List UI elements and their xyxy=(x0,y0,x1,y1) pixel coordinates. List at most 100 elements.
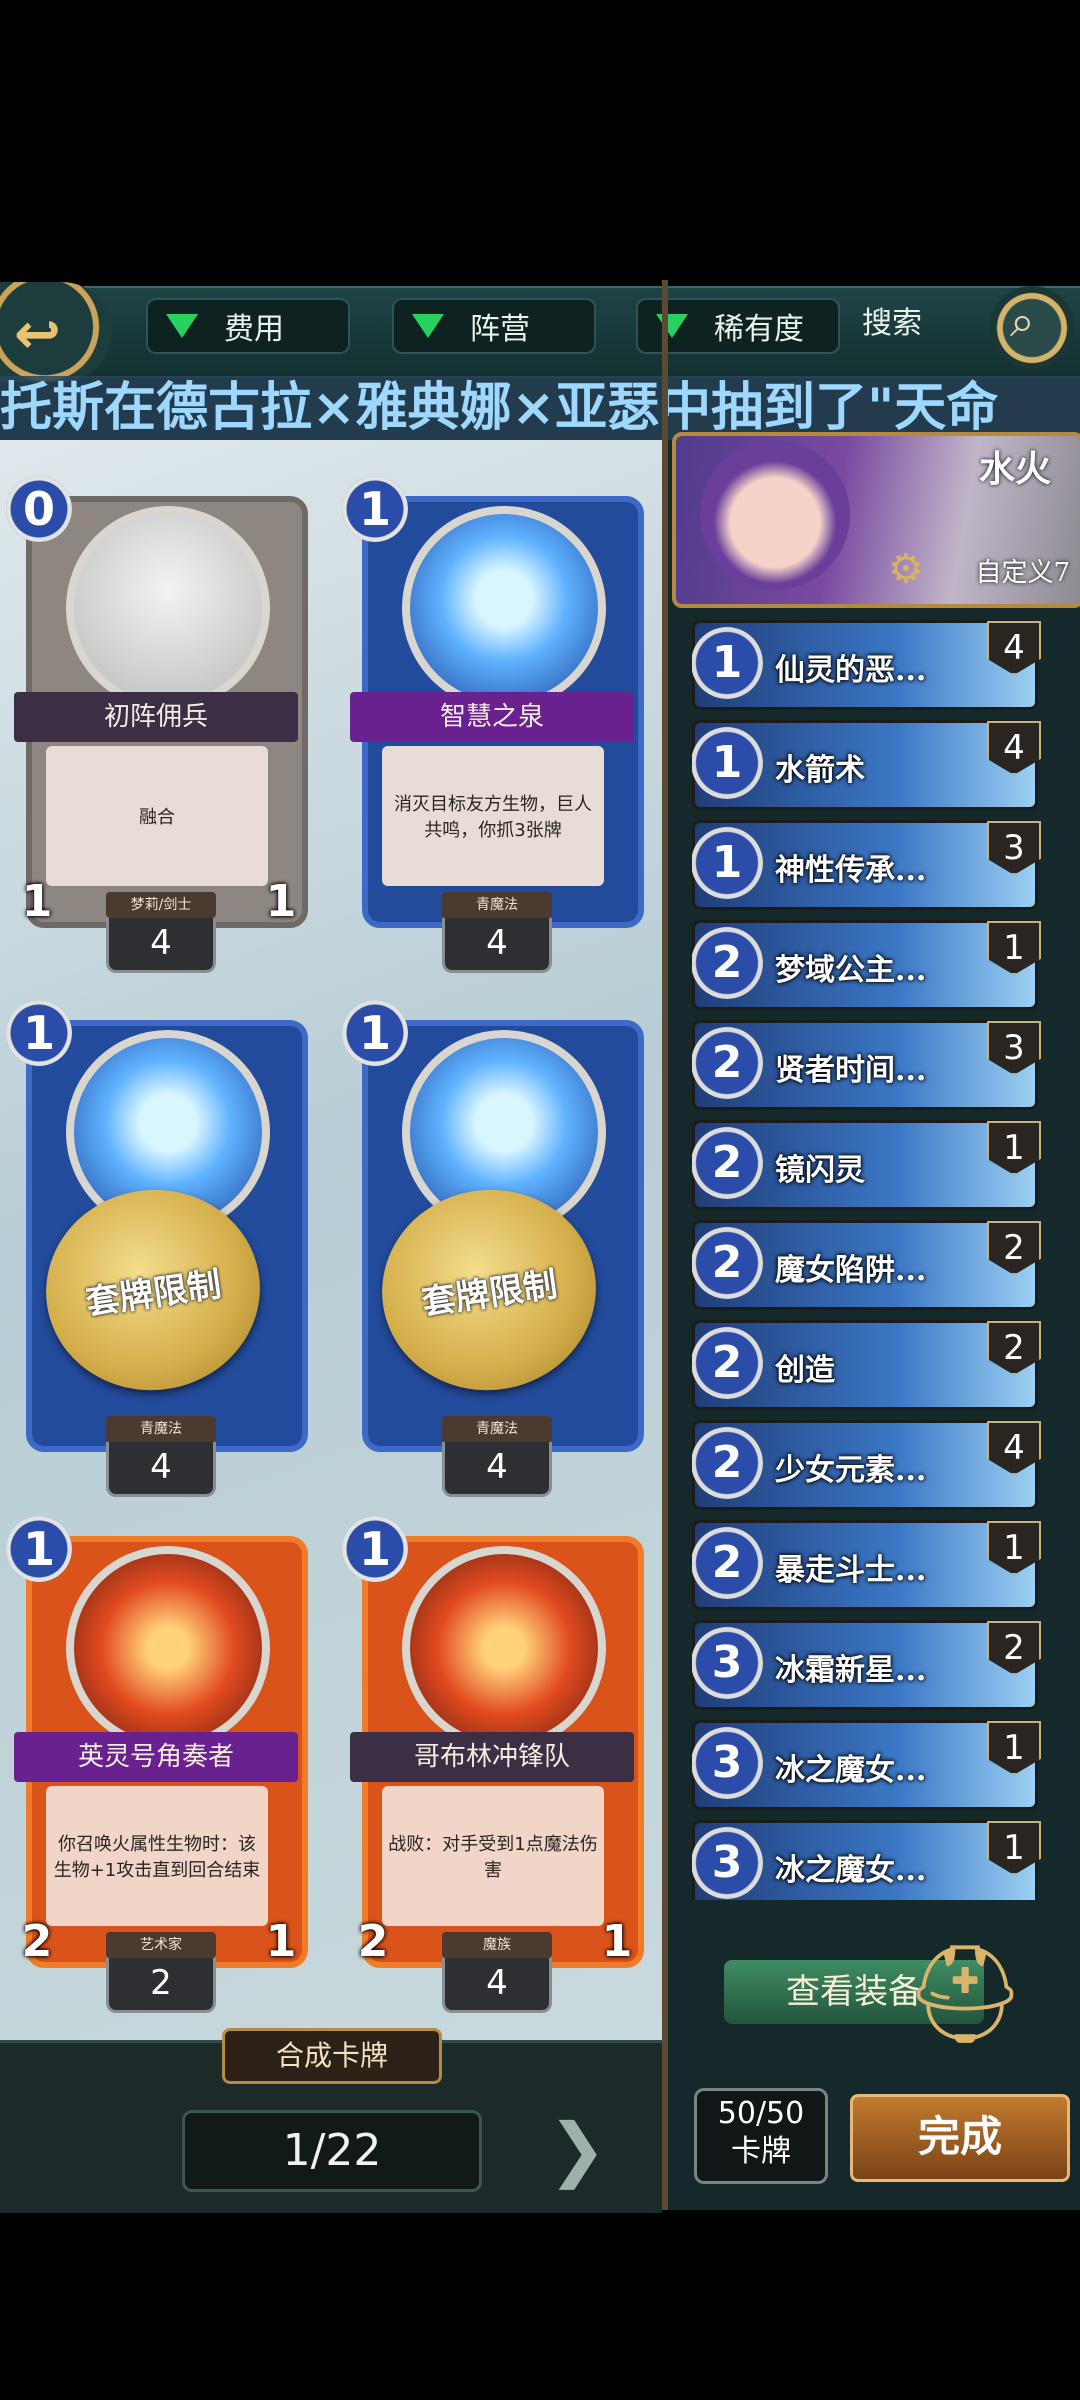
deck-item-name: 贤者时间... xyxy=(775,1053,927,1088)
deck-item-name: 创造 xyxy=(775,1353,835,1388)
back-arrow-icon: ↩ xyxy=(14,302,61,367)
magnifier-icon: ⌕ xyxy=(1010,296,1035,347)
deck-item-cost: 2 xyxy=(692,927,763,999)
deck-item-count: 4 xyxy=(987,1421,1041,1475)
deck-item-cost: 1 xyxy=(692,627,763,699)
filter-cost-label: 费用 xyxy=(224,312,284,347)
card-cost: 1 xyxy=(342,476,408,542)
gear-icon[interactable]: ⚙ xyxy=(888,546,924,592)
next-page-button[interactable]: ❯ xyxy=(526,2104,616,2194)
deck-item-cost: 2 xyxy=(692,1027,763,1099)
deck-item-name: 仙灵的恶... xyxy=(775,653,927,688)
card-art xyxy=(66,1546,270,1750)
deck-item-count: 1 xyxy=(987,1721,1041,1775)
deck-item-cost: 2 xyxy=(692,1227,763,1299)
deck-count-label: 卡牌 xyxy=(731,2134,791,2169)
deck-list-item[interactable]: 2 创造 2 xyxy=(692,1320,1041,1410)
card-attack: 1 xyxy=(21,876,53,927)
card-name: 哥布林冲锋队 xyxy=(350,1732,634,1782)
deck-list-item[interactable]: 3 冰霜新星... 2 xyxy=(692,1620,1041,1710)
craft-cards-button[interactable]: 合成卡牌 xyxy=(222,2028,442,2084)
deck-item-cost: 1 xyxy=(692,827,763,899)
deck-item-count: 3 xyxy=(987,1021,1041,1075)
deck-item-cost: 2 xyxy=(692,1127,763,1199)
card-cost: 0 xyxy=(6,476,72,542)
helmet-icon: ⛑ xyxy=(904,1938,1026,2050)
deck-list-item[interactable]: 3 冰之魔女... 1 xyxy=(692,1720,1041,1810)
deck-list-item[interactable]: 2 梦域公主... 1 xyxy=(692,920,1041,1010)
card-cost: 1 xyxy=(6,1516,72,1582)
hero-title: 水火 xyxy=(978,448,1051,490)
card-text: 战败：对手受到1点魔法伤害 xyxy=(382,1786,604,1926)
deck-item-cost: 2 xyxy=(692,1427,763,1499)
card-text: 你召唤火属性生物时：该生物+1攻击直到回合结束 xyxy=(46,1786,268,1926)
card-5[interactable]: 1 英灵号角奏者 你召唤火属性生物时：该生物+1攻击直到回合结束 2 1 艺术家… xyxy=(6,1516,308,2013)
deck-item-count: 1 xyxy=(987,921,1041,975)
search-button[interactable]: ⌕ xyxy=(990,286,1074,370)
dropdown-triangle-icon xyxy=(166,314,198,338)
done-button[interactable]: 完成 xyxy=(850,2094,1070,2182)
card-art xyxy=(402,506,606,710)
deck-item-cost: 2 xyxy=(692,1527,763,1599)
deck-item-cost: 1 xyxy=(692,727,763,799)
deck-name[interactable]: 自定义7 xyxy=(940,552,1070,589)
deck-item-name: 少女元素... xyxy=(775,1453,927,1488)
deck-list-item[interactable]: 2 镜闪灵 1 xyxy=(692,1120,1041,1210)
card-name: 初阵佣兵 xyxy=(14,692,298,742)
filter-faction[interactable]: 阵营 xyxy=(392,298,596,354)
chevron-right-icon: ❯ xyxy=(548,2108,607,2190)
deck-item-name: 神性传承... xyxy=(775,853,927,888)
card-health: 1 xyxy=(601,1916,633,1967)
card-owned-count: 4 xyxy=(106,918,216,973)
page-indicator: 1/22 xyxy=(182,2110,482,2192)
deck-item-count: 1 xyxy=(987,1521,1041,1575)
card-attack: 2 xyxy=(21,1916,53,1967)
dropdown-triangle-icon xyxy=(656,314,688,338)
card-attack: 2 xyxy=(357,1916,389,1967)
deck-item-name: 暴走斗士... xyxy=(775,1553,927,1588)
back-button[interactable]: ↩ xyxy=(0,282,112,382)
deck-list-item[interactable]: 3 冰之魔女... 1 xyxy=(692,1820,1041,1900)
dropdown-triangle-icon xyxy=(412,314,444,338)
deck-item-count: 4 xyxy=(987,621,1041,675)
deck-list[interactable]: 1 仙灵的恶... 4 1 水箭术 4 1 神性传承... 3 2 梦域公主..… xyxy=(692,620,1062,1900)
deck-item-cost: 3 xyxy=(692,1727,763,1799)
card-4[interactable]: 1 青魔法 4 套牌限制 xyxy=(342,1000,644,1497)
card-health: 1 xyxy=(265,1916,297,1967)
deck-item-name: 冰霜新星... xyxy=(775,1653,927,1688)
card-cost: 1 xyxy=(6,1000,72,1066)
deck-item-count: 4 xyxy=(987,721,1041,775)
card-tribe: 青魔法 xyxy=(442,892,552,918)
deck-list-item[interactable]: 2 少女元素... 4 xyxy=(692,1420,1041,1510)
deck-item-count: 3 xyxy=(987,821,1041,875)
card-text: 融合 xyxy=(46,746,268,886)
deck-list-item[interactable]: 2 贤者时间... 3 xyxy=(692,1020,1041,1110)
card-owned-count: 4 xyxy=(442,1442,552,1497)
deck-item-count: 2 xyxy=(987,1621,1041,1675)
announcement-ticker: 托斯在德古拉×雅典娜×亚瑟中抽到了"天命 xyxy=(0,376,1080,440)
card-1[interactable]: 0 初阵佣兵 融合 1 1 梦莉/剑士 4 xyxy=(6,476,308,973)
deck-item-name: 冰之魔女... xyxy=(775,1753,927,1788)
card-6[interactable]: 1 哥布林冲锋队 战败：对手受到1点魔法伤害 2 1 魔族 4 xyxy=(342,1516,644,2013)
deck-list-item[interactable]: 2 暴走斗士... 1 xyxy=(692,1520,1041,1610)
filter-cost[interactable]: 费用 xyxy=(146,298,350,354)
deck-list-item[interactable]: 1 水箭术 4 xyxy=(692,720,1041,810)
deck-list-item[interactable]: 1 仙灵的恶... 4 xyxy=(692,620,1041,710)
deck-list-item[interactable]: 2 魔女陷阱... 2 xyxy=(692,1220,1041,1310)
card-text: 消灭目标友方生物，巨人共鸣，你抓3张牌 xyxy=(382,746,604,886)
card-name: 智慧之泉 xyxy=(350,692,634,742)
deck-item-count: 2 xyxy=(987,1221,1041,1275)
deck-card-count: 50/50 卡牌 xyxy=(694,2088,828,2184)
card-3[interactable]: 1 青魔法 4 套牌限制 xyxy=(6,1000,308,1497)
deck-item-name: 魔女陷阱... xyxy=(775,1253,927,1288)
card-tribe: 青魔法 xyxy=(106,1416,216,1442)
card-tribe: 梦莉/剑士 xyxy=(106,892,216,918)
search-label[interactable]: 搜索 xyxy=(862,298,992,350)
deck-item-count: 1 xyxy=(987,1121,1041,1175)
deck-item-name: 镜闪灵 xyxy=(775,1153,865,1188)
card-2[interactable]: 1 智慧之泉 消灭目标友方生物，巨人共鸣，你抓3张牌 青魔法 4 xyxy=(342,476,644,973)
card-tribe: 艺术家 xyxy=(106,1932,216,1958)
deck-list-item[interactable]: 1 神性传承... 3 xyxy=(692,820,1041,910)
filter-rarity-label: 稀有度 xyxy=(714,312,804,347)
card-cost: 1 xyxy=(342,1000,408,1066)
